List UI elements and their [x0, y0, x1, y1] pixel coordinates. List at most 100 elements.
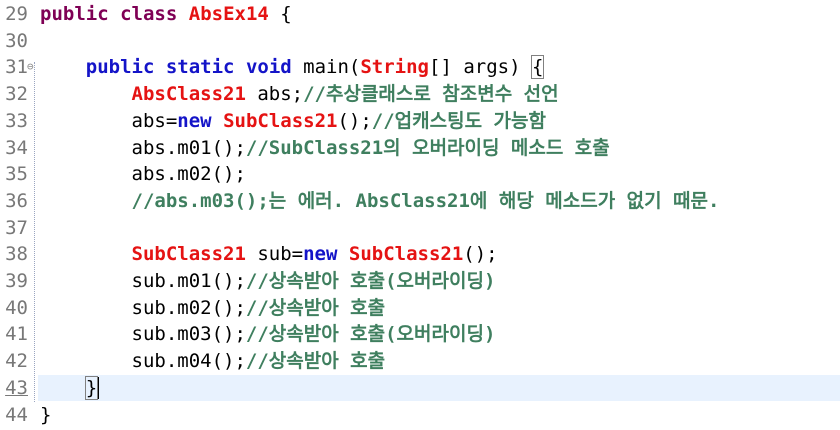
- code-text[interactable]: }​: [38, 374, 840, 402]
- comment-token: //상속받아 호출: [245, 350, 386, 373]
- code-line[interactable]: 40 sub.m02();//상속받아 호출: [0, 295, 840, 322]
- keyword-token: new: [177, 109, 212, 132]
- line-number: 43: [5, 376, 28, 399]
- code-line[interactable]: 30: [0, 28, 840, 55]
- line-number: 42: [5, 350, 28, 373]
- code-token: [] args): [429, 56, 532, 79]
- code-token: abs.m01();: [40, 136, 246, 159]
- code-line[interactable]: 38 SubClass21 sub=new SubClass21();: [0, 241, 840, 268]
- code-token: ();: [463, 243, 498, 266]
- matching-bracket: }: [84, 375, 99, 400]
- line-number: 44: [5, 403, 28, 426]
- line-number: 40: [5, 296, 28, 319]
- code-token: abs.m02();: [40, 163, 246, 186]
- code-token: sub.m03();: [40, 323, 246, 346]
- code-text[interactable]: SubClass21 sub=new SubClass21();: [38, 241, 840, 268]
- line-number: 41: [5, 323, 28, 346]
- code-token: sub.m04();: [40, 350, 246, 373]
- line-number: 37: [5, 216, 28, 239]
- code-line[interactable]: 29 public class AbsEx14 {: [0, 1, 840, 28]
- type-token: SubClass21: [223, 109, 338, 132]
- keyword-token: public: [40, 3, 109, 25]
- code-line[interactable]: 32 AbsClass21 abs;//추상클래스로 참조변수 선언: [0, 81, 840, 108]
- type-token: SubClass21: [131, 243, 246, 266]
- line-number: 38: [5, 243, 28, 266]
- line-number: 32: [5, 83, 28, 106]
- line-number: 36: [5, 189, 28, 212]
- line-number: 33: [5, 109, 28, 132]
- comment-token: //상속받아 호출(오버라이딩): [245, 323, 496, 346]
- code-text[interactable]: //abs.m03();는 에러. AbsClass21에 해당 메소드가 없기…: [38, 188, 840, 215]
- code-token: main(: [291, 56, 361, 79]
- line-number: 35: [5, 163, 28, 186]
- code-token: }: [40, 403, 52, 426]
- code-text[interactable]: sub.m04();//상속받아 호출: [38, 348, 840, 375]
- code-line[interactable]: 37: [0, 215, 840, 242]
- comment-token: //SubClass21의 오버라이딩 메소드 호출: [245, 136, 610, 159]
- keyword-token: class: [120, 3, 178, 25]
- code-line[interactable]: 36 //abs.m03();는 에러. AbsClass21에 해당 메소드가…: [0, 188, 840, 215]
- keyword-token: void: [245, 56, 292, 79]
- code-token: abs;: [245, 83, 304, 106]
- code-text[interactable]: sub.m02();//상속받아 호출: [38, 295, 840, 322]
- code-text[interactable]: abs.m01();//SubClass21의 오버라이딩 메소드 호출: [38, 135, 840, 162]
- line-number: 34: [5, 136, 28, 159]
- code-line[interactable]: 34 abs.m01();//SubClass21의 오버라이딩 메소드 호출: [0, 135, 840, 162]
- code-token: sub=: [245, 243, 304, 266]
- code-token: sub.m02();: [40, 296, 246, 319]
- code-token: {: [268, 3, 292, 25]
- code-editor[interactable]: 29 public class AbsEx14 {30 31 ⊖ public sta…: [0, 0, 840, 430]
- code-line[interactable]: 35 abs.m02();: [0, 161, 840, 188]
- code-text[interactable]: }: [38, 402, 840, 429]
- comment-token: //추상클래스로 참조변수 선언: [303, 83, 559, 106]
- code-line[interactable]: 39 sub.m01();//상속받아 호출(오버라이딩): [0, 268, 840, 295]
- code-token: sub.m01();: [40, 270, 246, 292]
- code-line[interactable]: 43 }​: [0, 374, 840, 402]
- code-line[interactable]: 31 ⊖ public static void main(String[] arg…: [0, 54, 840, 81]
- code-text[interactable]: abs=new SubClass21();//업캐스팅도 가능함: [38, 108, 840, 135]
- line-number: 30: [5, 29, 28, 52]
- text-caret: ​: [98, 376, 100, 399]
- fold-collapse-icon[interactable]: ⊖: [27, 54, 34, 81]
- keyword-token: public: [85, 56, 155, 79]
- line-number: 29: [5, 3, 28, 25]
- code-line[interactable]: 33 abs=new SubClass21();//업캐스팅도 가능함: [0, 108, 840, 135]
- code-line[interactable]: 42 sub.m04();//상속받아 호출: [0, 348, 840, 375]
- type-token: SubClass21: [348, 243, 464, 266]
- type-token: AbsClass21: [131, 83, 246, 106]
- keyword-token: new: [303, 243, 338, 266]
- code-token: ();: [337, 109, 372, 132]
- code-line[interactable]: 44}: [0, 402, 840, 429]
- comment-token: //업캐스팅도 가능함: [371, 109, 546, 132]
- line-number: 39: [5, 270, 28, 292]
- code-text[interactable]: public static void main(String[] args) {: [38, 54, 840, 81]
- line-number: 31: [5, 56, 28, 79]
- code-text[interactable]: [38, 28, 840, 55]
- type-token: AbsEx14: [188, 3, 269, 25]
- comment-token: //상속받아 호출(오버라이딩): [245, 270, 496, 292]
- code-text[interactable]: sub.m01();//상속받아 호출(오버라이딩): [38, 268, 840, 295]
- type-token: String: [360, 56, 429, 79]
- comment-token: //상속받아 호출: [245, 296, 386, 319]
- code-line[interactable]: 41 sub.m03();//상속받아 호출(오버라이딩): [0, 321, 840, 348]
- code-text[interactable]: public class AbsEx14 {: [38, 1, 840, 28]
- code-text[interactable]: abs.m02();: [38, 161, 840, 188]
- code-text[interactable]: AbsClass21 abs;//추상클래스로 참조변수 선언: [38, 81, 840, 108]
- code-token: abs=: [40, 109, 178, 132]
- code-text[interactable]: [38, 215, 840, 242]
- matching-bracket: {: [530, 55, 545, 80]
- comment-token: //abs.m03();는 에러. AbsClass21에 해당 메소드가 없기…: [131, 189, 720, 212]
- code-text[interactable]: sub.m03();//상속받아 호출(오버라이딩): [38, 321, 840, 348]
- keyword-token: static: [165, 56, 235, 79]
